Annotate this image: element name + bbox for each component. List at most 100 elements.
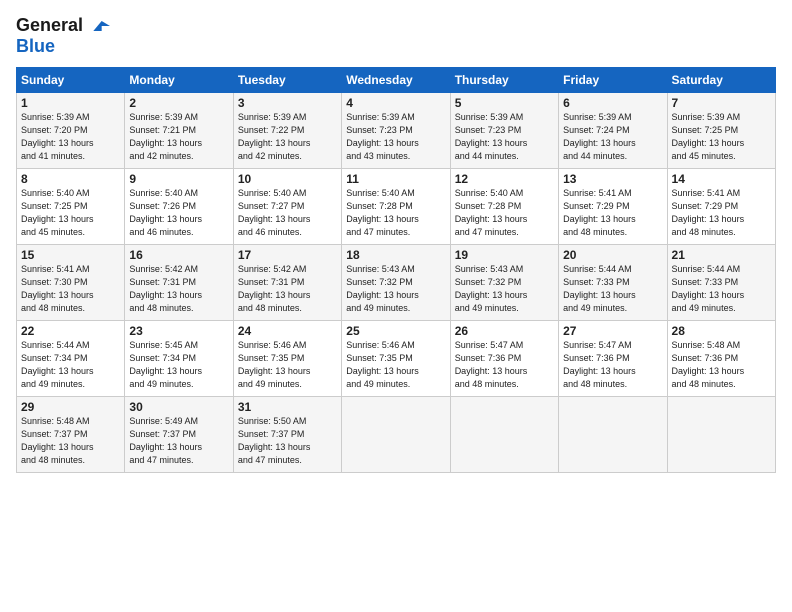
calendar-day-9: 9 Sunrise: 5:40 AMSunset: 7:26 PMDaylight… <box>125 168 233 244</box>
day-info: Sunrise: 5:43 AMSunset: 7:32 PMDaylight:… <box>346 264 419 313</box>
day-number: 2 <box>129 96 228 110</box>
calendar-day-19: 19 Sunrise: 5:43 AMSunset: 7:32 PMDayligh… <box>450 244 558 320</box>
calendar-day-14: 14 Sunrise: 5:41 AMSunset: 7:29 PMDayligh… <box>667 168 775 244</box>
calendar-day-3: 3 Sunrise: 5:39 AMSunset: 7:22 PMDaylight… <box>233 92 341 168</box>
day-info: Sunrise: 5:43 AMSunset: 7:32 PMDaylight:… <box>455 264 528 313</box>
calendar-day-28: 28 Sunrise: 5:48 AMSunset: 7:36 PMDayligh… <box>667 320 775 396</box>
day-info: Sunrise: 5:50 AMSunset: 7:37 PMDaylight:… <box>238 416 311 465</box>
day-number: 22 <box>21 324 120 338</box>
day-number: 8 <box>21 172 120 186</box>
day-info: Sunrise: 5:44 AMSunset: 7:34 PMDaylight:… <box>21 340 94 389</box>
calendar-day-8: 8Sunrise: 5:40 AMSunset: 7:25 PMDaylight… <box>17 168 125 244</box>
day-info: Sunrise: 5:48 AMSunset: 7:37 PMDaylight:… <box>21 416 94 465</box>
day-info: Sunrise: 5:39 AMSunset: 7:21 PMDaylight:… <box>129 112 202 161</box>
calendar-day-18: 18 Sunrise: 5:43 AMSunset: 7:32 PMDayligh… <box>342 244 450 320</box>
calendar-day-13: 13 Sunrise: 5:41 AMSunset: 7:29 PMDayligh… <box>559 168 667 244</box>
day-number: 26 <box>455 324 554 338</box>
day-info: Sunrise: 5:48 AMSunset: 7:36 PMDaylight:… <box>672 340 745 389</box>
day-info: Sunrise: 5:45 AMSunset: 7:34 PMDaylight:… <box>129 340 202 389</box>
weekday-header-thursday: Thursday <box>450 67 558 92</box>
day-info: Sunrise: 5:39 AMSunset: 7:23 PMDaylight:… <box>455 112 528 161</box>
day-info: Sunrise: 5:39 AMSunset: 7:23 PMDaylight:… <box>346 112 419 161</box>
weekday-header-friday: Friday <box>559 67 667 92</box>
empty-cell <box>342 396 450 472</box>
calendar-day-7: 7 Sunrise: 5:39 AMSunset: 7:25 PMDaylight… <box>667 92 775 168</box>
empty-cell <box>667 396 775 472</box>
calendar-day-17: 17Sunrise: 5:42 AMSunset: 7:31 PMDayligh… <box>233 244 341 320</box>
day-number: 4 <box>346 96 445 110</box>
calendar-day-4: 4 Sunrise: 5:39 AMSunset: 7:23 PMDaylight… <box>342 92 450 168</box>
day-info: Sunrise: 5:39 AMSunset: 7:25 PMDaylight:… <box>672 112 745 161</box>
day-number: 20 <box>563 248 662 262</box>
day-info: Sunrise: 5:44 AMSunset: 7:33 PMDaylight:… <box>563 264 636 313</box>
day-number: 11 <box>346 172 445 186</box>
weekday-header-tuesday: Tuesday <box>233 67 341 92</box>
day-number: 23 <box>129 324 228 338</box>
calendar-day-26: 26 Sunrise: 5:47 AMSunset: 7:36 PMDayligh… <box>450 320 558 396</box>
day-info: Sunrise: 5:40 AMSunset: 7:26 PMDaylight:… <box>129 188 202 237</box>
calendar-day-12: 12Sunrise: 5:40 AMSunset: 7:28 PMDayligh… <box>450 168 558 244</box>
logo-arrow-icon <box>90 19 110 33</box>
day-number: 5 <box>455 96 554 110</box>
empty-cell <box>559 396 667 472</box>
day-info: Sunrise: 5:42 AMSunset: 7:31 PMDaylight:… <box>238 264 311 313</box>
day-info: Sunrise: 5:40 AMSunset: 7:28 PMDaylight:… <box>346 188 419 237</box>
day-number: 27 <box>563 324 662 338</box>
day-info: Sunrise: 5:39 AMSunset: 7:24 PMDaylight:… <box>563 112 636 161</box>
calendar-day-5: 5 Sunrise: 5:39 AMSunset: 7:23 PMDaylight… <box>450 92 558 168</box>
calendar-day-30: 30 Sunrise: 5:49 AMSunset: 7:37 PMDayligh… <box>125 396 233 472</box>
day-number: 10 <box>238 172 337 186</box>
day-number: 14 <box>672 172 771 186</box>
calendar-day-22: 22 Sunrise: 5:44 AMSunset: 7:34 PMDayligh… <box>17 320 125 396</box>
calendar-day-24: 24 Sunrise: 5:46 AMSunset: 7:35 PMDayligh… <box>233 320 341 396</box>
day-number: 12 <box>455 172 554 186</box>
calendar-day-29: 29 Sunrise: 5:48 AMSunset: 7:37 PMDayligh… <box>17 396 125 472</box>
weekday-header-saturday: Saturday <box>667 67 775 92</box>
day-number: 19 <box>455 248 554 262</box>
calendar-day-16: 16 Sunrise: 5:42 AMSunset: 7:31 PMDayligh… <box>125 244 233 320</box>
day-info: Sunrise: 5:47 AMSunset: 7:36 PMDaylight:… <box>455 340 528 389</box>
day-info: Sunrise: 5:47 AMSunset: 7:36 PMDaylight:… <box>563 340 636 389</box>
day-number: 1 <box>21 96 120 110</box>
weekday-header-monday: Monday <box>125 67 233 92</box>
day-number: 3 <box>238 96 337 110</box>
calendar-day-1: 1 Sunrise: 5:39 AMSunset: 7:20 PMDaylight… <box>17 92 125 168</box>
calendar-day-2: 2 Sunrise: 5:39 AMSunset: 7:21 PMDaylight… <box>125 92 233 168</box>
day-info: Sunrise: 5:46 AMSunset: 7:35 PMDaylight:… <box>238 340 311 389</box>
calendar-day-11: 11 Sunrise: 5:40 AMSunset: 7:28 PMDayligh… <box>342 168 450 244</box>
day-number: 31 <box>238 400 337 414</box>
day-info: Sunrise: 5:40 AMSunset: 7:27 PMDaylight:… <box>238 188 311 237</box>
day-number: 6 <box>563 96 662 110</box>
day-info: Sunrise: 5:41 AMSunset: 7:30 PMDaylight:… <box>21 264 94 313</box>
calendar-day-25: 25 Sunrise: 5:46 AMSunset: 7:35 PMDayligh… <box>342 320 450 396</box>
day-number: 9 <box>129 172 228 186</box>
day-number: 16 <box>129 248 228 262</box>
day-number: 28 <box>672 324 771 338</box>
calendar-day-20: 20 Sunrise: 5:44 AMSunset: 7:33 PMDayligh… <box>559 244 667 320</box>
day-number: 24 <box>238 324 337 338</box>
day-info: Sunrise: 5:42 AMSunset: 7:31 PMDaylight:… <box>129 264 202 313</box>
day-number: 7 <box>672 96 771 110</box>
calendar-day-6: 6 Sunrise: 5:39 AMSunset: 7:24 PMDaylight… <box>559 92 667 168</box>
empty-cell <box>450 396 558 472</box>
day-number: 13 <box>563 172 662 186</box>
calendar-day-31: 31 Sunrise: 5:50 AMSunset: 7:37 PMDayligh… <box>233 396 341 472</box>
day-number: 18 <box>346 248 445 262</box>
logo-blue-text: Blue <box>16 36 55 57</box>
weekday-header-wednesday: Wednesday <box>342 67 450 92</box>
calendar-day-27: 27 Sunrise: 5:47 AMSunset: 7:36 PMDayligh… <box>559 320 667 396</box>
day-info: Sunrise: 5:39 AMSunset: 7:22 PMDaylight:… <box>238 112 311 161</box>
logo-text-general: General <box>16 15 83 35</box>
day-info: Sunrise: 5:49 AMSunset: 7:37 PMDaylight:… <box>129 416 202 465</box>
calendar-day-21: 21Sunrise: 5:44 AMSunset: 7:33 PMDayligh… <box>667 244 775 320</box>
calendar: SundayMondayTuesdayWednesdayThursdayFrid… <box>16 67 776 473</box>
day-info: Sunrise: 5:41 AMSunset: 7:29 PMDaylight:… <box>672 188 745 237</box>
day-info: Sunrise: 5:39 AMSunset: 7:20 PMDaylight:… <box>21 112 94 161</box>
day-number: 29 <box>21 400 120 414</box>
day-number: 15 <box>21 248 120 262</box>
day-number: 25 <box>346 324 445 338</box>
day-info: Sunrise: 5:46 AMSunset: 7:35 PMDaylight:… <box>346 340 419 389</box>
day-info: Sunrise: 5:44 AMSunset: 7:33 PMDaylight:… <box>672 264 745 313</box>
day-info: Sunrise: 5:41 AMSunset: 7:29 PMDaylight:… <box>563 188 636 237</box>
day-number: 30 <box>129 400 228 414</box>
